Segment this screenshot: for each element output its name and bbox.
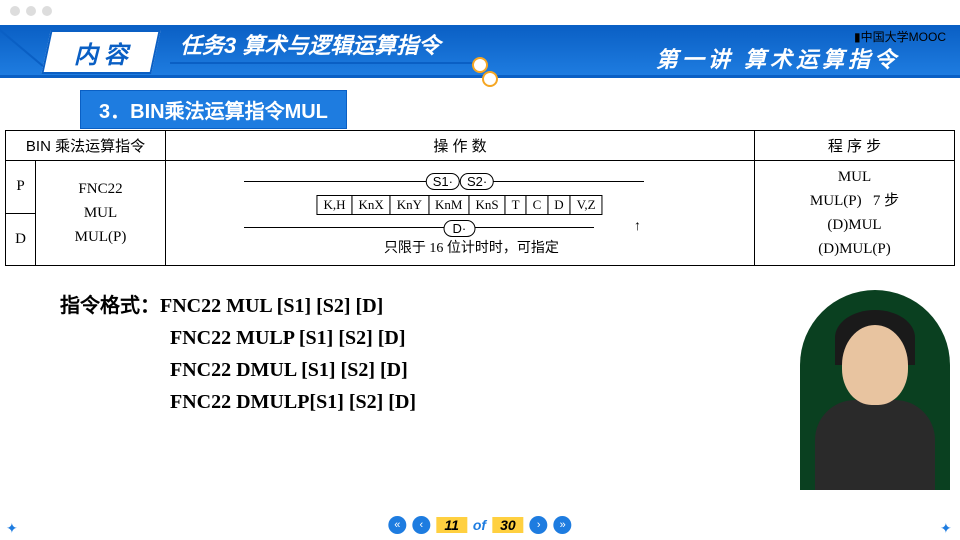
instruction-table: BIN 乘法运算指令 操 作 数 程 序 步 P FNC22 MUL MUL(P…: [5, 130, 955, 266]
pager-total: 30: [492, 517, 524, 533]
lecture-title: 第一讲 算术运算指令: [656, 42, 900, 74]
pager-of: of: [473, 517, 486, 533]
section-heading: 3．BIN乘法运算指令MUL: [80, 90, 347, 129]
row-label: P: [6, 161, 36, 214]
arrow-up-icon: ↑: [634, 217, 641, 233]
corner-icon: ✦: [6, 520, 20, 534]
pager-current: 11: [436, 517, 467, 533]
pager: « ‹ 11 of 30 › »: [388, 516, 571, 534]
fnc-cell: FNC22 MUL MUL(P): [36, 161, 166, 266]
task-title: 任务3 算术与逻辑运算指令: [180, 28, 440, 60]
pager-first-icon[interactable]: «: [388, 516, 406, 534]
decoration-underline: [170, 62, 480, 64]
pager-last-icon[interactable]: »: [554, 516, 572, 534]
decoration-underline: [490, 76, 930, 78]
window-controls: [10, 6, 52, 16]
corner-icon: ✦: [940, 520, 954, 534]
content-tab: 内 容: [41, 30, 160, 74]
table-header: 操 作 数: [166, 131, 755, 161]
table-header: BIN 乘法运算指令: [6, 131, 166, 161]
pager-prev-icon[interactable]: ‹: [412, 516, 430, 534]
source-labels: S1·S2·: [426, 173, 494, 190]
command-format: 指令格式：FNC22 MUL [S1] [S2] [D] FNC22 MULP …: [60, 290, 416, 418]
mooc-logo: ▮中国大学MOOC: [854, 28, 946, 45]
table-header: 程 序 步: [755, 131, 955, 161]
operand-boxes: K,HKnXKnYKnMKnSTCDV,Z: [317, 195, 602, 215]
steps-cell: MUL MUL(P) 7 步 (D)MUL (D)MUL(P): [755, 161, 955, 266]
row-label: D: [6, 213, 36, 266]
presenter-video: [800, 290, 950, 490]
operand-note: 只限于 16 位计时时，可指定: [384, 237, 559, 257]
pager-next-icon[interactable]: ›: [530, 516, 548, 534]
dest-label: D·: [444, 220, 476, 237]
operand-cell: S1·S2· K,HKnXKnYKnMKnSTCDV,Z D· ↑ 只限于 16…: [166, 161, 755, 266]
